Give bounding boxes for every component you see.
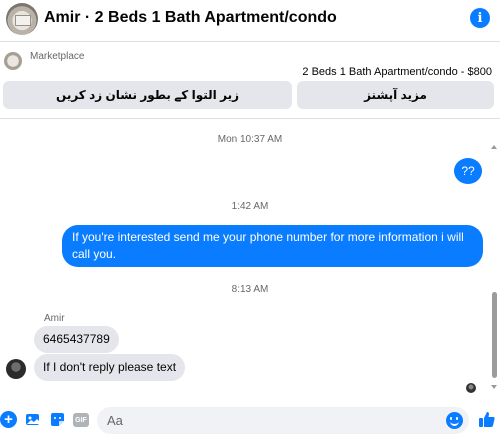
message-bubble-incoming[interactable]: If I don't reply please text	[34, 354, 186, 381]
scroll-up-icon[interactable]	[491, 145, 497, 149]
scroll-down-icon[interactable]	[491, 385, 497, 389]
marketplace-label: Marketplace	[30, 51, 85, 62]
sender-avatar[interactable]	[6, 359, 26, 379]
chat-title[interactable]: Amir · 2 Beds 1 Bath Apartment/condo	[44, 9, 337, 27]
timestamp: 8:13 AM	[231, 284, 269, 295]
read-receipt-avatar	[466, 383, 476, 393]
mark-pending-button[interactable]: زیر التوا کے بطور نشان زد کریں	[3, 81, 292, 109]
more-options-button[interactable]: مزید آپشنز	[297, 81, 494, 109]
info-icon[interactable]: i	[470, 8, 490, 28]
scrollbar-thumb[interactable]	[492, 292, 497, 378]
like-icon[interactable]	[477, 410, 496, 429]
message-bubble-incoming[interactable]: 6465437789	[34, 326, 119, 353]
sticker-icon[interactable]	[49, 411, 66, 428]
listing-title[interactable]: 2 Beds 1 Bath Apartment/condo - $800	[302, 66, 492, 78]
sender-name: Amir	[44, 313, 65, 324]
header-divider	[0, 41, 500, 42]
gif-icon[interactable]: GIF	[73, 413, 89, 427]
image-icon[interactable]	[24, 411, 41, 428]
timestamp: 1:42 AM	[231, 201, 269, 212]
emoji-icon[interactable]	[446, 412, 463, 429]
message-bubble-outgoing[interactable]: ??	[454, 158, 482, 184]
listing-avatar[interactable]	[6, 3, 38, 35]
message-input[interactable]	[97, 407, 469, 434]
chat-header: Amir · 2 Beds 1 Bath Apartment/condo i	[0, 0, 500, 40]
marketplace-divider	[0, 118, 500, 119]
timestamp: Mon 10:37 AM	[217, 134, 283, 145]
message-bubble-outgoing[interactable]: If you're interested send me your phone …	[62, 225, 483, 267]
plus-icon[interactable]: +	[0, 411, 17, 428]
marketplace-thumbnail[interactable]	[4, 52, 22, 70]
